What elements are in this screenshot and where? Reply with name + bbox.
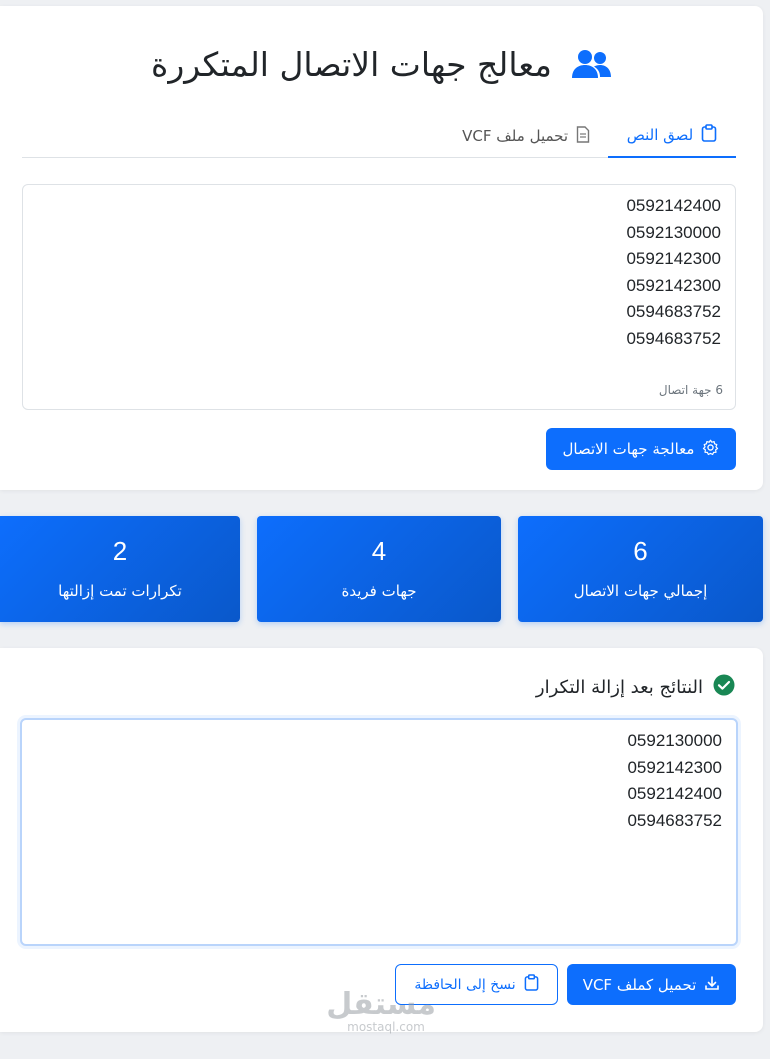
page: معالج جهات الاتصال المتكررة لصق النص تحم… <box>0 0 770 1059</box>
input-number: 0592130000 <box>626 222 721 242</box>
results-header: النتائج بعد إزالة التكرار <box>536 674 735 701</box>
result-number-list: 0592130000 0592142300 0592142400 0594683… <box>627 728 722 834</box>
gear-icon <box>702 439 719 460</box>
contacts-input[interactable]: 0592142400 0592130000 0592142300 0592142… <box>22 184 736 410</box>
stat-total-value: 6 <box>633 536 648 566</box>
stat-total-contacts: 6 إجمالي جهات الاتصال <box>518 516 763 622</box>
page-title: معالج جهات الاتصال المتكررة <box>151 44 552 84</box>
watermark-arabic: مستقل <box>326 987 436 1022</box>
input-number-list: 0592142400 0592130000 0592142300 0592142… <box>626 193 721 352</box>
result-number: 0592130000 <box>627 731 722 750</box>
input-number: 0592142300 <box>626 275 721 295</box>
stat-total-label: إجمالي جهات الاتصال <box>573 582 708 600</box>
stat-unique-contacts: 4 جهات فريدة <box>257 516 501 622</box>
download-vcf-label: تحميل كملف VCF <box>582 975 697 994</box>
tab-upload-vcf[interactable]: تحميل ملف VCF <box>444 114 608 158</box>
result-number: 0592142400 <box>627 784 722 803</box>
input-number: 0592142400 <box>626 196 721 215</box>
input-number: 0592142300 <box>626 249 721 268</box>
clipboard-icon <box>701 124 717 146</box>
input-tabs: لصق النص تحميل ملف VCF <box>22 114 736 158</box>
download-vcf-button[interactable]: تحميل كملف VCF <box>567 964 736 1005</box>
tab-paste-text-label: لصق النص <box>626 126 694 144</box>
input-number: 0594683752 <box>626 302 721 321</box>
input-number: 0594683752 <box>626 328 721 348</box>
contact-count-hint: 6 جهة اتصال <box>658 383 723 397</box>
mostaql-watermark: مستقل mostaql.com <box>326 987 436 1035</box>
download-icon <box>704 975 720 995</box>
input-card: معالج جهات الاتصال المتكررة لصق النص تحم… <box>0 6 763 490</box>
tab-upload-vcf-label: تحميل ملف VCF <box>462 127 568 145</box>
header: معالج جهات الاتصال المتكررة <box>0 36 763 92</box>
file-text-icon <box>576 125 590 147</box>
stat-duplicates-value: 2 <box>112 536 128 566</box>
stat-unique-label: جهات فريدة <box>341 582 417 600</box>
stat-unique-value: 4 <box>371 536 387 566</box>
check-circle-icon <box>713 674 735 701</box>
process-contacts-label: معالجة جهات الاتصال <box>562 440 695 458</box>
clipboard-icon <box>524 974 539 995</box>
results-output[interactable]: 0592130000 0592142300 0592142400 0594683… <box>20 718 738 946</box>
tab-paste-text[interactable]: لصق النص <box>608 114 736 158</box>
users-icon <box>570 47 612 81</box>
watermark-latin: mostaql.com <box>347 1020 425 1034</box>
result-number: 0592142300 <box>627 757 722 777</box>
result-number: 0594683752 <box>627 810 722 830</box>
stat-duplicates-label: تكرارات تمت إزالتها <box>58 582 182 600</box>
process-contacts-button[interactable]: معالجة جهات الاتصال <box>546 428 736 470</box>
results-title: النتائج بعد إزالة التكرار <box>535 677 703 698</box>
results-card: النتائج بعد إزالة التكرار 0592130000 059… <box>0 648 763 1032</box>
stat-duplicates-removed: 2 تكرارات تمت إزالتها <box>0 516 240 622</box>
